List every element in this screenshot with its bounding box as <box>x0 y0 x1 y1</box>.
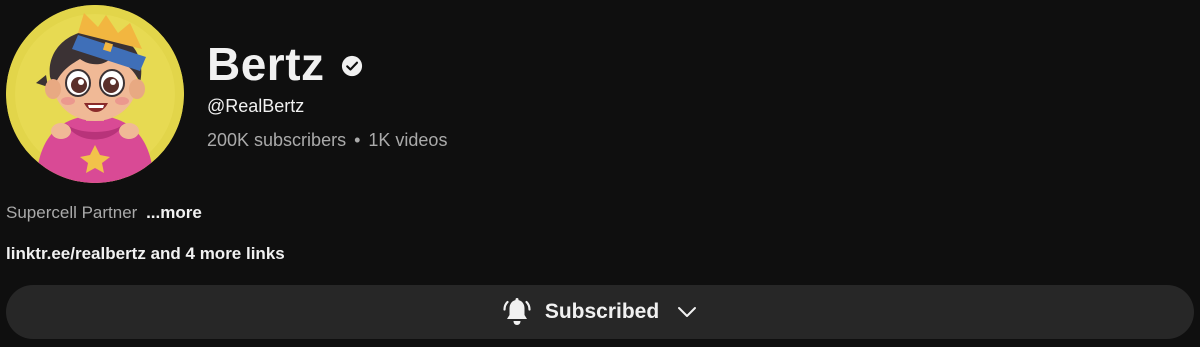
description-text: Supercell Partner <box>6 203 138 222</box>
video-count: 1K videos <box>368 130 448 150</box>
channel-header: Bertz @RealBertz 200K subscribers • 1K vid… <box>0 0 1200 347</box>
channel-links[interactable]: linktr.ee/realbertz and 4 more links <box>6 244 285 264</box>
subscribed-label: Subscribed <box>544 300 660 323</box>
channel-stats: 200K subscribers • 1K videos <box>207 130 447 151</box>
channel-avatar[interactable] <box>6 5 184 183</box>
chevron-down-icon <box>678 307 697 317</box>
description-more-link[interactable]: ...more <box>146 203 202 222</box>
subscribed-button[interactable]: Subscribed <box>6 285 1194 339</box>
bell-ringing-icon <box>503 298 531 325</box>
stats-separator: • <box>354 130 361 150</box>
channel-title: Bertz <box>207 38 325 90</box>
channel-title-row: Bertz <box>207 36 363 92</box>
verified-badge-icon <box>341 55 362 77</box>
channel-description[interactable]: Supercell Partner ...more <box>6 203 202 223</box>
avatar-illustration <box>6 5 184 183</box>
subscriber-count: 200K subscribers <box>207 130 347 150</box>
channel-handle: @RealBertz <box>207 96 305 116</box>
